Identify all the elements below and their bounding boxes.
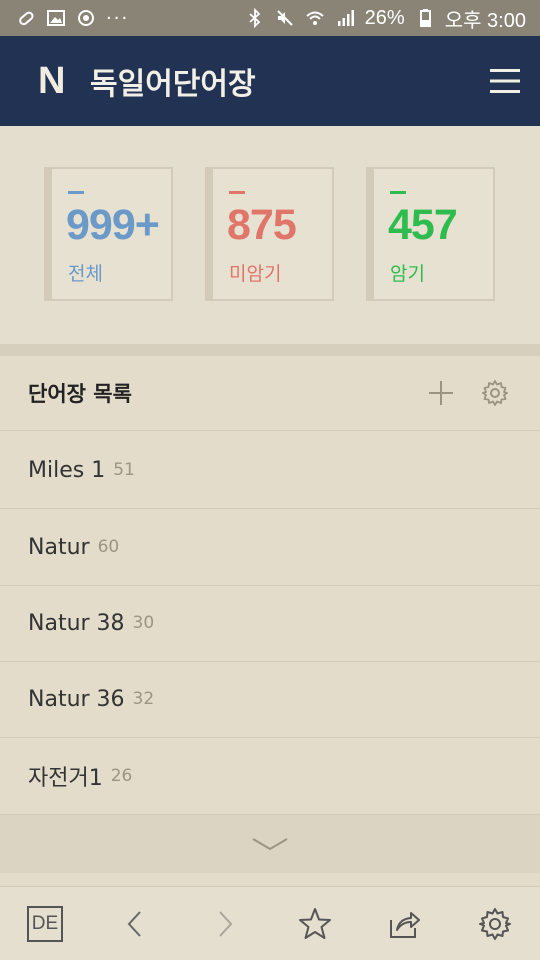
stats-panel: 999+ 전체 875 미암기 457 암기 [0, 126, 540, 344]
back-button[interactable] [100, 889, 170, 959]
stat-value: 457 [388, 201, 458, 249]
stat-card-unmemorized[interactable]: 875 미암기 [205, 167, 334, 301]
wordbook-item[interactable]: 자전거1 26 [0, 738, 540, 815]
stat-value: 875 [227, 201, 297, 249]
wordbook-item[interactable]: Natur 38 30 [0, 585, 540, 662]
app-logo: N [38, 59, 66, 102]
favorite-button[interactable] [280, 889, 350, 959]
list-settings-button[interactable] [468, 366, 522, 420]
battery-icon [415, 8, 435, 28]
wordbook-name: 자전거1 [28, 766, 103, 791]
chevron-down-icon [252, 838, 288, 851]
section-divider [0, 344, 540, 356]
wordbook-count: 26 [110, 766, 133, 786]
wordbook-item[interactable]: Natur 60 [0, 509, 540, 586]
wifi-icon [305, 8, 325, 28]
stat-label: 전체 [68, 263, 103, 285]
add-wordbook-button[interactable] [414, 366, 468, 420]
settings-button[interactable] [460, 889, 530, 959]
hamburger-menu-icon [490, 69, 520, 93]
wordbook-count: 30 [132, 613, 155, 633]
stat-accent [229, 191, 245, 194]
forward-icon [219, 910, 233, 937]
status-bar: ··· 26% 오후 3:00 [0, 0, 540, 36]
gear-icon [479, 907, 511, 940]
menu-button[interactable] [470, 36, 540, 126]
stat-accent [390, 191, 406, 194]
wordbook-name: Natur 36 [28, 686, 125, 712]
list-title: 단어장 목록 [28, 382, 132, 406]
wordbook-name: Natur [28, 534, 90, 560]
signal-icon [335, 8, 355, 28]
bottom-toolbar: DE [0, 886, 540, 960]
wordbook-count: 32 [132, 689, 155, 709]
back-icon [127, 910, 141, 937]
battery-percent: 26% [364, 6, 405, 29]
stat-accent [68, 191, 84, 194]
language-button[interactable]: DE [10, 889, 80, 959]
stat-card-memorized[interactable]: 457 암기 [366, 167, 495, 301]
wordbook-list-header: 단어장 목록 [0, 356, 540, 431]
plus-icon [429, 381, 453, 405]
wordbook-item[interactable]: Natur 36 32 [0, 661, 540, 738]
wordbook-name: Natur 38 [28, 610, 125, 636]
share-button[interactable] [370, 889, 440, 959]
stat-label: 미암기 [229, 263, 282, 285]
gear-icon [482, 380, 508, 406]
app-title: 독일어단어장 [90, 67, 256, 102]
wordbook-count: 51 [113, 460, 135, 480]
wordbook-item[interactable]: Miles 1 51 [0, 432, 540, 509]
mute-icon [275, 8, 295, 28]
clock: 오후 3:00 [444, 9, 526, 32]
pill-icon [16, 8, 36, 28]
stat-card-total[interactable]: 999+ 전체 [44, 167, 173, 301]
star-icon [299, 907, 331, 939]
bluetooth-icon [245, 8, 265, 28]
expand-list-button[interactable] [0, 815, 540, 873]
sync-icon [76, 8, 96, 28]
more-notifications: ··· [106, 7, 130, 29]
stat-label: 암기 [390, 263, 425, 285]
stat-value: 999+ [66, 201, 160, 249]
language-label: DE [27, 905, 63, 942]
app-header: N 독일어단어장 [0, 36, 540, 126]
wordbook-count: 60 [97, 537, 120, 557]
share-icon [390, 911, 420, 938]
forward-button[interactable] [190, 889, 260, 959]
wordbook-name: Miles 1 [28, 457, 106, 483]
image-icon [46, 8, 66, 28]
